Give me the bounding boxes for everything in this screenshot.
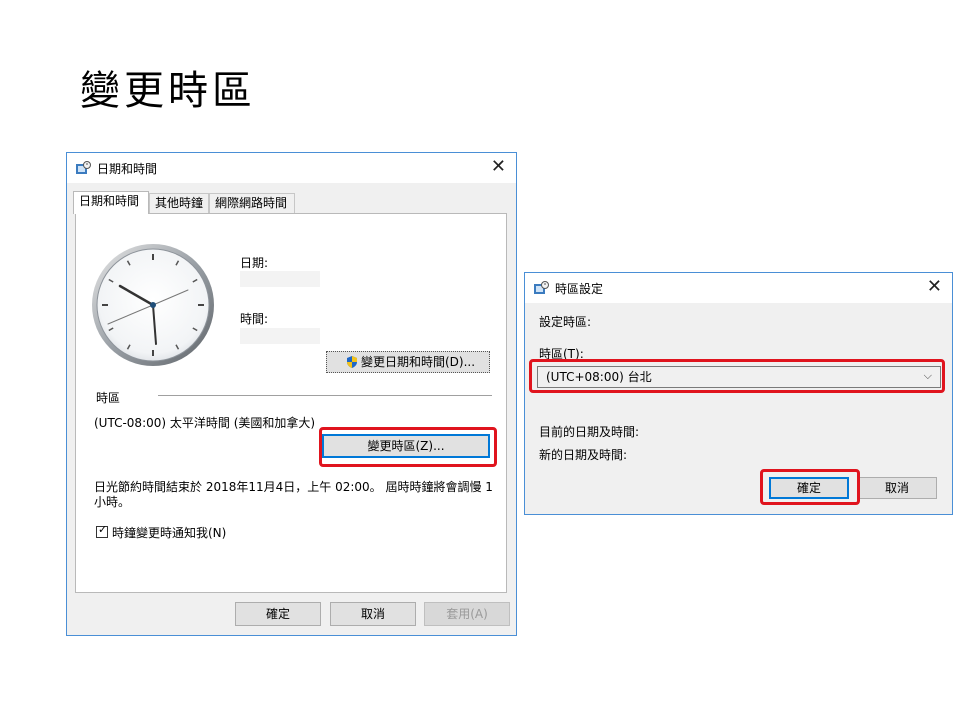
highlight-tz-ok — [760, 469, 860, 505]
date-value — [240, 271, 320, 287]
datetime-dialog: 日期和時間 ✕ 日期和時間 其他時鐘 網際網路時間 日期: 時間: 變更日期和時… — [66, 152, 517, 636]
timezone-value: (UTC-08:00) 太平洋時間 (美國和加拿大) — [94, 416, 316, 430]
timezone-section-title: 時區 — [96, 391, 121, 405]
analog-clock — [92, 244, 214, 366]
datetime-tab-panel: 日期: 時間: 變更日期和時間(D)... 時區 (UTC-08:00) 太平洋… — [75, 213, 507, 593]
ok-button[interactable]: 確定 — [235, 602, 321, 626]
dst-notice-line1: 日光節約時間結束於 2018年11月4日，上午 02:00。 屆時時鐘將會調慢 … — [94, 480, 493, 494]
notify-checkbox[interactable]: ✓ — [96, 523, 108, 538]
slide-title: 變更時區 — [80, 68, 256, 114]
highlight-change-timezone — [319, 427, 497, 467]
tz-cancel-button[interactable]: 取消 — [857, 477, 937, 499]
current-datetime-label: 目前的日期及時間: — [539, 425, 640, 439]
highlight-timezone-select — [529, 359, 945, 393]
close-icon[interactable]: ✕ — [927, 276, 942, 297]
uac-shield-icon — [347, 356, 357, 368]
change-datetime-button[interactable]: 變更日期和時間(D)... — [326, 351, 490, 373]
datetime-app-icon — [76, 161, 91, 174]
cancel-button[interactable]: 取消 — [330, 602, 416, 626]
checkmark-icon: ✓ — [98, 523, 108, 536]
dst-notice-line2: 小時。 — [94, 495, 131, 509]
time-label: 時間: — [240, 312, 269, 326]
notify-checkbox-label[interactable]: 時鐘變更時通知我(N) — [112, 524, 226, 541]
timezone-dialog: 時區設定 ✕ 設定時區: 時區(T): (UTC+08:00) 台北 ⌵ 目前的… — [524, 272, 953, 515]
timezone-titlebar[interactable]: 時區設定 ✕ — [525, 273, 952, 303]
close-icon[interactable]: ✕ — [491, 156, 506, 177]
tab-internet-time[interactable]: 網際網路時間 — [209, 193, 295, 213]
time-value — [240, 328, 320, 344]
timezone-dialog-title: 時區設定 — [555, 282, 604, 296]
tab-date-time[interactable]: 日期和時間 — [73, 191, 149, 214]
apply-button[interactable]: 套用(A) — [424, 602, 510, 626]
new-datetime-label: 新的日期及時間: — [539, 448, 628, 462]
timezone-app-icon — [534, 281, 549, 294]
timezone-section-divider — [158, 395, 492, 396]
datetime-titlebar[interactable]: 日期和時間 ✕ — [67, 153, 516, 183]
date-label: 日期: — [240, 256, 269, 270]
change-datetime-label: 變更日期和時間(D)... — [361, 355, 476, 369]
datetime-dialog-title: 日期和時間 — [97, 162, 158, 176]
tab-other-clocks[interactable]: 其他時鐘 — [149, 193, 209, 213]
set-timezone-label: 設定時區: — [539, 315, 592, 329]
